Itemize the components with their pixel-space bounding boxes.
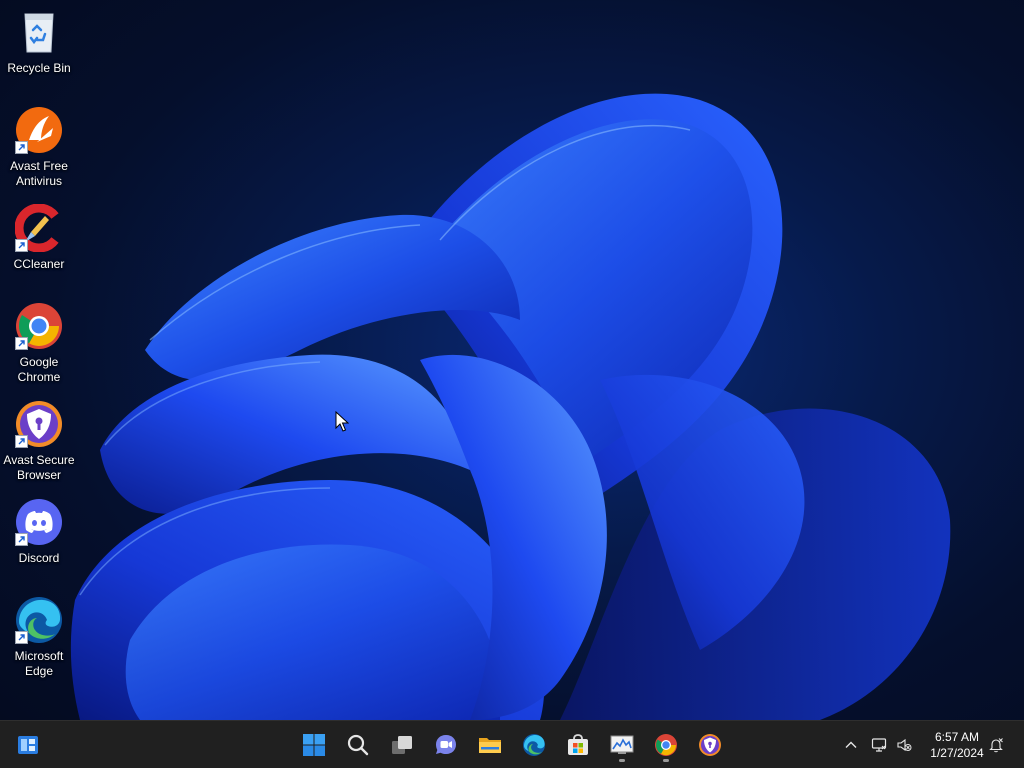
shortcut-arrow-icon [15,141,28,154]
desktop-icon-label: Avast Free Antivirus [10,159,68,188]
notification-center-button[interactable] [985,733,1007,757]
search-icon [347,734,369,756]
desktop-icon-edge[interactable]: Microsoft Edge [2,596,76,679]
desktop-icon-discord[interactable]: Discord [2,498,76,566]
desktop-icon-label: Discord [18,551,60,565]
shortcut-arrow-icon [15,533,28,546]
widgets-icon [18,736,38,754]
clock-date: 1/27/2024 [930,746,984,760]
task-view-button[interactable] [384,727,420,763]
desktop-icon-recycle-bin[interactable]: Recycle Bin [2,8,76,76]
network-button[interactable] [868,733,890,757]
chrome-icon [655,734,677,756]
desktop-icon-label: Avast Secure Browser [3,453,75,482]
file-explorer-button[interactable] [472,727,508,763]
desktop[interactable]: Recycle Bin Avast Free Antivirus CCleane… [0,0,1024,768]
desktop-icon-avast-browser[interactable]: Avast Secure Browser [2,400,76,483]
shortcut-arrow-icon [15,631,28,644]
edge-icon [523,734,545,756]
microsoft-store-icon [568,734,588,755]
teams-chat-button[interactable] [428,727,464,763]
desktop-icon-label: CCleaner [13,257,65,271]
shortcut-arrow-icon [15,337,28,350]
file-explorer-icon [479,738,501,753]
volume-muted-icon [897,738,912,752]
recycle-bin-icon [24,13,54,53]
network-icon [871,738,887,752]
performance-monitor-icon [610,735,634,754]
avast-browser-icon [699,734,721,756]
microsoft-store-button[interactable] [560,727,596,763]
shortcut-arrow-icon [15,239,28,252]
wallpaper-bloom [70,93,951,720]
system-clock[interactable]: 6:57 AM 1/27/2024 [920,729,994,761]
desktop-icon-label: Google Chrome [17,355,61,384]
desktop-icon-avast-antivirus[interactable]: Avast Free Antivirus [2,106,76,189]
chevron-up-icon [845,741,857,748]
chrome-taskbar-button[interactable] [648,727,684,763]
search-button[interactable] [340,727,376,763]
notification-icon [989,738,1003,753]
desktop-icon-label: Recycle Bin [7,61,71,75]
running-indicator [619,759,625,762]
performance-monitor-button[interactable] [604,727,640,763]
widgets-button[interactable] [10,727,46,763]
desktop-icon-ccleaner[interactable]: CCleaner [2,204,76,272]
task-view-icon [392,736,412,754]
teams-chat-icon [436,735,456,754]
show-hidden-icons-button[interactable] [840,733,862,757]
start-icon [303,734,325,756]
edge-taskbar-button[interactable] [516,727,552,763]
avast-browser-taskbar-button[interactable] [692,727,728,763]
mouse-cursor-icon [335,411,349,432]
clock-time: 6:57 AM [934,730,980,744]
desktop-icon-chrome[interactable]: Google Chrome [2,302,76,385]
taskbar: 6:57 AM 1/27/2024 [0,720,1024,768]
running-indicator [663,759,669,762]
volume-button[interactable] [893,733,915,757]
start-button[interactable] [296,727,332,763]
desktop-icon-label: Microsoft Edge [14,649,64,678]
shortcut-arrow-icon [15,435,28,448]
